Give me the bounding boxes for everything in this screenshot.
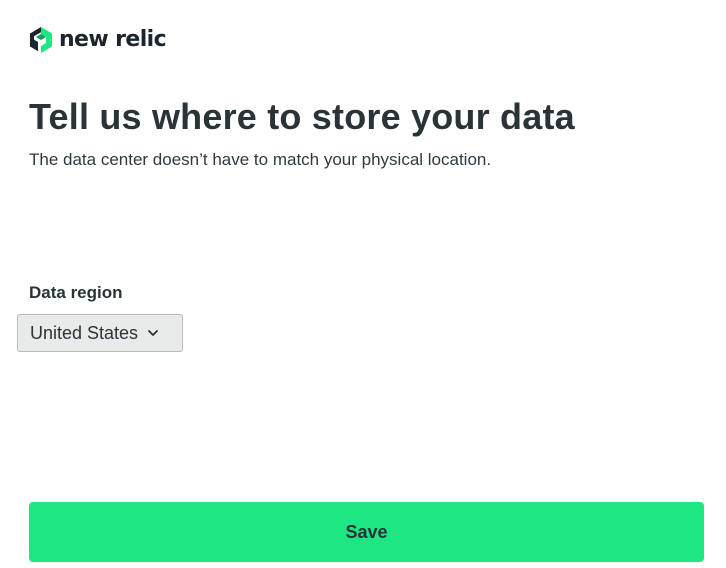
chevron-down-icon (147, 329, 159, 337)
data-region-select[interactable]: United States (17, 314, 183, 352)
page-title: Tell us where to store your data (29, 96, 575, 137)
brand-logo: new relic (29, 26, 167, 54)
data-region-selected-value: United States (30, 322, 139, 343)
brand-name: new relic (59, 27, 167, 52)
new-relic-logo-icon (29, 26, 53, 54)
data-region-label: Data region (29, 283, 123, 302)
save-button[interactable]: Save (29, 502, 704, 562)
page-subtitle: The data center doesn’t have to match yo… (29, 150, 492, 169)
